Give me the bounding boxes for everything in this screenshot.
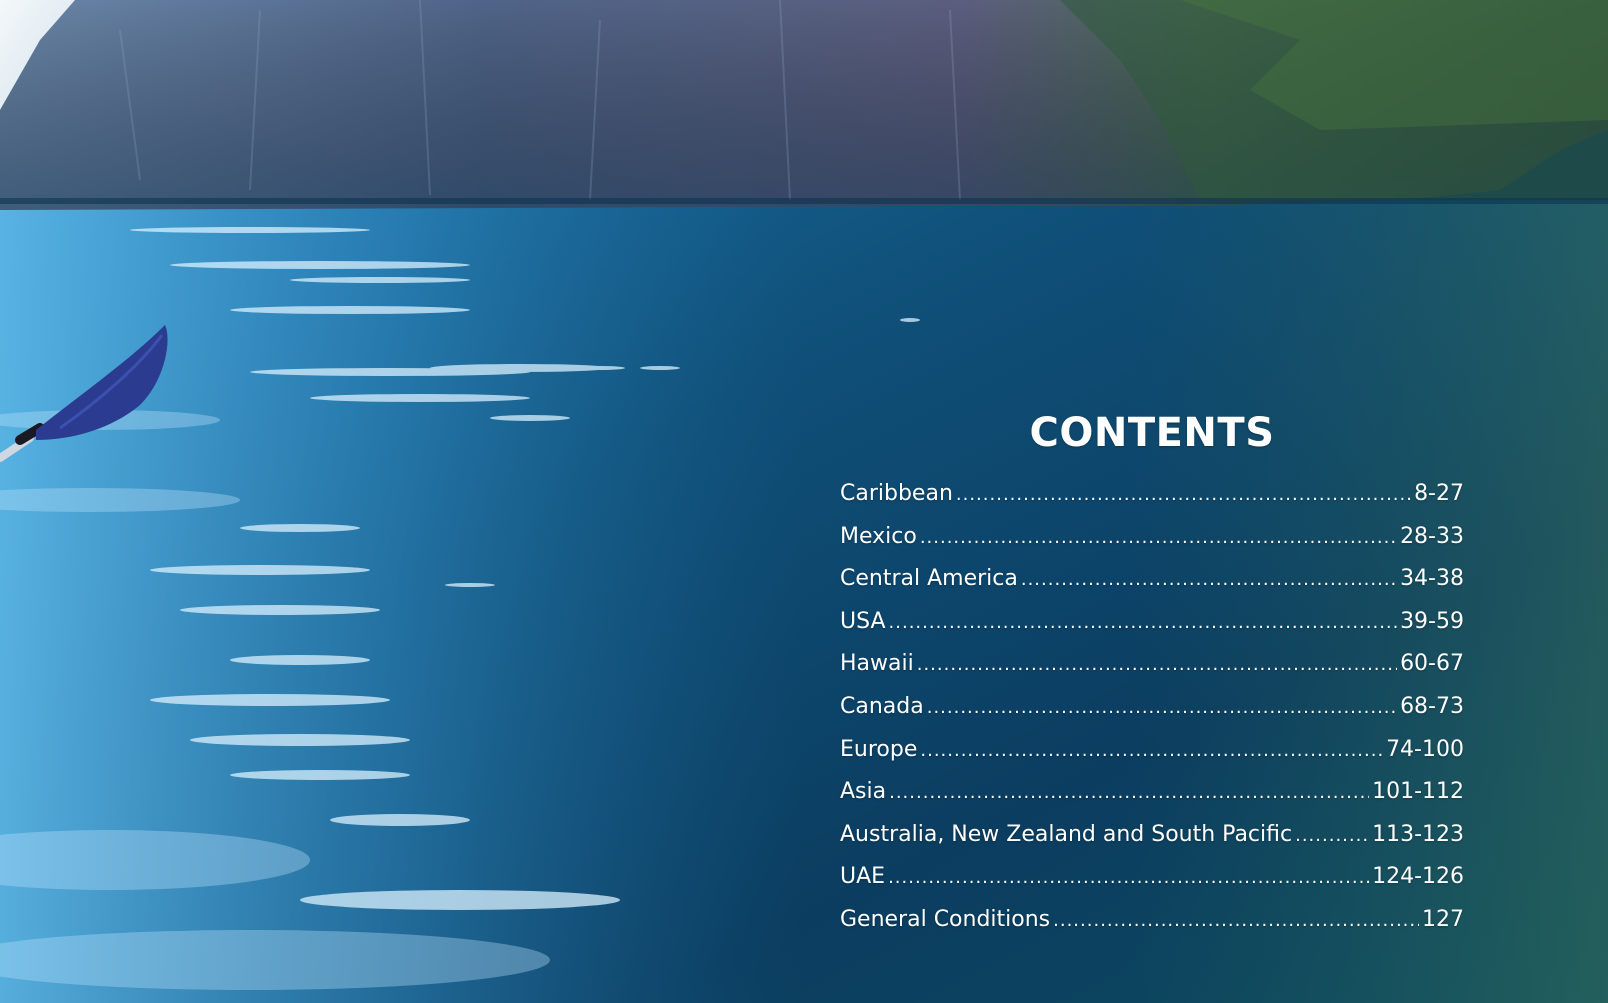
toc-entry[interactable]: Central America 34-38 <box>840 558 1464 601</box>
toc-entry-label: Europe <box>840 736 918 762</box>
toc-entry-label: UAE <box>840 864 886 890</box>
toc-leader-dots <box>888 857 1369 900</box>
toc-entry[interactable]: UAE 124-126 <box>840 856 1464 899</box>
toc-entry-pages: 68-73 <box>1400 693 1464 719</box>
contents-title: CONTENTS <box>1029 410 1275 456</box>
toc-entry[interactable]: Mexico 28-33 <box>840 516 1464 559</box>
toc-entry-label: USA <box>840 608 886 634</box>
toc-entry[interactable]: USA 39-59 <box>840 601 1464 644</box>
toc-entry-pages: 74-100 <box>1386 736 1464 762</box>
toc-leader-dots <box>920 517 1397 560</box>
toc-entry[interactable]: General Conditions 127 <box>840 899 1464 942</box>
toc-entry-label: Australia, New Zealand and South Pacific <box>840 821 1293 847</box>
toc-leader-dots <box>1295 815 1369 858</box>
toc-leader-dots <box>956 474 1411 517</box>
toc-entry-label: Canada <box>840 693 924 719</box>
toc-leader-dots <box>1053 900 1419 943</box>
toc-leader-dots <box>1021 559 1397 602</box>
toc-leader-dots <box>889 772 1369 815</box>
toc-entry-pages: 8-27 <box>1414 481 1464 506</box>
toc-entry-label: Caribbean <box>840 481 953 506</box>
toc-entry[interactable]: Australia, New Zealand and South Pacific… <box>840 814 1464 857</box>
toc-entry-label: Central America <box>840 566 1018 592</box>
toc-entry-pages: 39-59 <box>1400 608 1464 634</box>
toc-entry-pages: 28-33 <box>1400 523 1464 549</box>
toc-entry-pages: 34-38 <box>1400 566 1464 592</box>
toc-entry-label: Mexico <box>840 523 917 549</box>
toc-entry-pages: 101-112 <box>1372 779 1464 805</box>
toc-entry-pages: 60-67 <box>1400 651 1464 677</box>
toc-leader-dots <box>920 730 1383 773</box>
toc-entry-pages: 127 <box>1422 906 1464 932</box>
toc-leader-dots <box>917 644 1397 687</box>
contents-panel: CONTENTS Caribbean 8-27 Mexico 28-33 Cen… <box>840 405 1464 942</box>
toc-entry[interactable]: Canada 68-73 <box>840 686 1464 729</box>
brochure-page: CONTENTS Caribbean 8-27 Mexico 28-33 Cen… <box>0 0 1608 1003</box>
toc-leader-dots <box>889 602 1398 645</box>
toc-entry-label: General Conditions <box>840 906 1051 932</box>
toc-entry-pages: 124-126 <box>1372 864 1464 890</box>
toc-entry-label: Hawaii <box>840 651 914 677</box>
toc-entry[interactable]: Asia 101-112 <box>840 771 1464 814</box>
toc-entry[interactable]: Caribbean 8-27 <box>840 473 1464 516</box>
toc-entry[interactable]: Hawaii 60-67 <box>840 643 1464 686</box>
toc-leader-dots <box>927 687 1397 730</box>
contents-list: Caribbean 8-27 Mexico 28-33 Central Amer… <box>840 473 1464 942</box>
toc-entry-label: Asia <box>840 779 887 805</box>
toc-entry[interactable]: Europe 74-100 <box>840 729 1464 772</box>
toc-entry-pages: 113-123 <box>1372 821 1464 847</box>
